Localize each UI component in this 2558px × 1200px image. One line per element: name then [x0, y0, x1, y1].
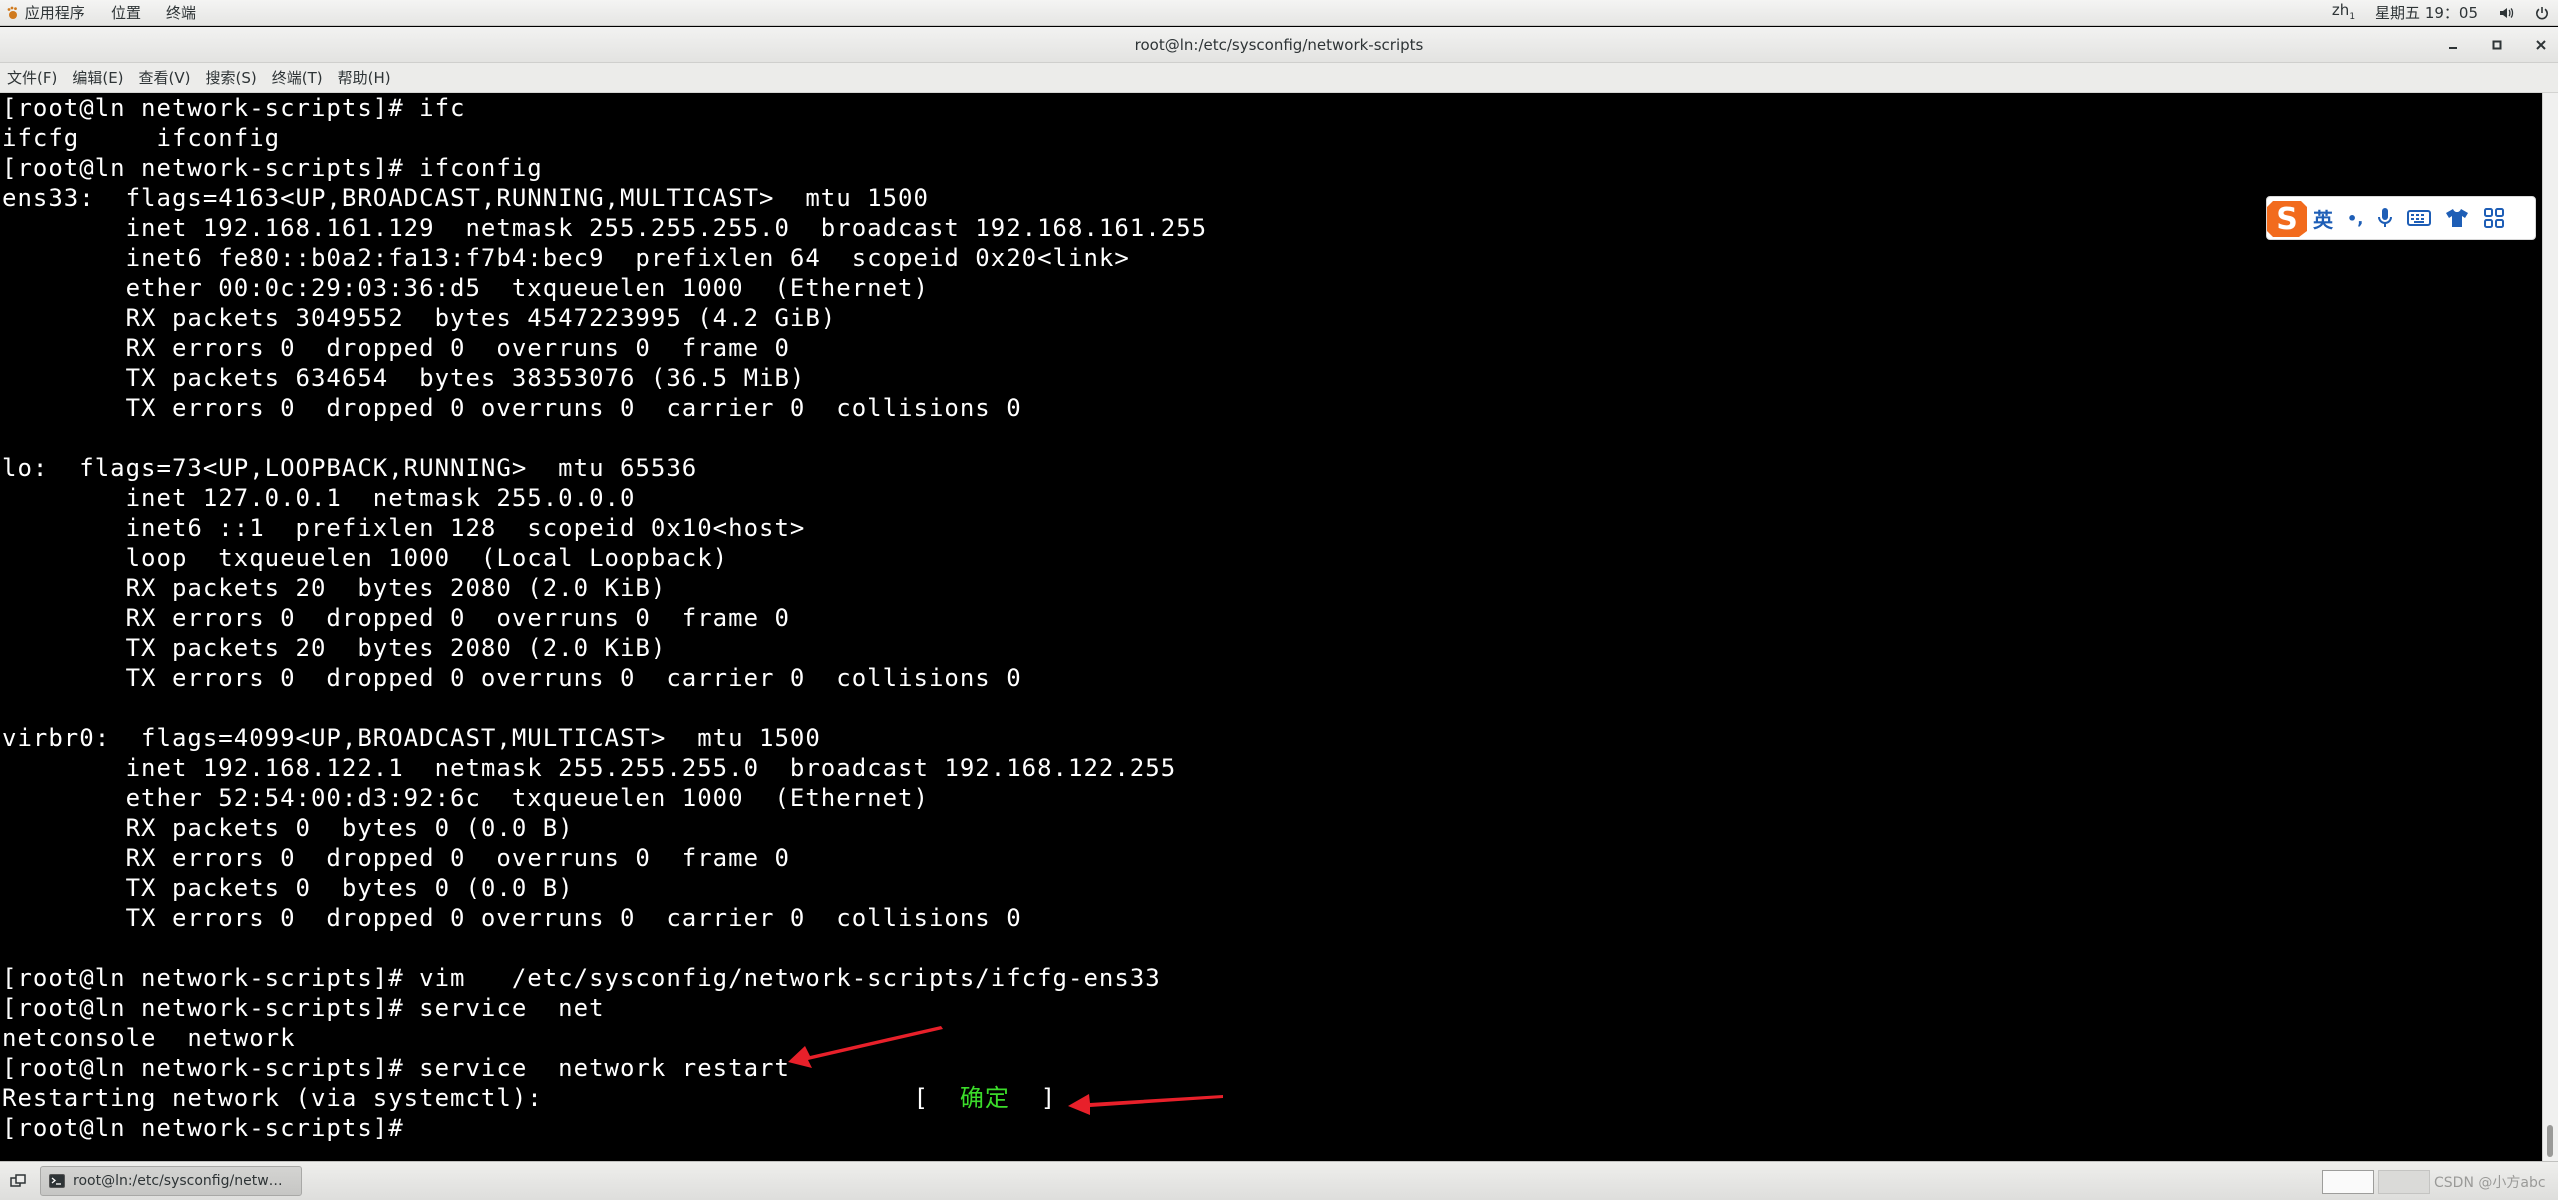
ime-toolbar[interactable]: S 英 •,	[2266, 196, 2536, 240]
gnome-foot-icon	[7, 6, 17, 19]
menu-file[interactable]: 文件(F)	[0, 63, 65, 93]
tshirt-icon	[2446, 209, 2469, 227]
terminal-line: ether 00:0c:29:03:36:d5 txqueuelen 1000 …	[2, 274, 929, 302]
terminal-line: TX packets 0 bytes 0 (0.0 B)	[2, 874, 574, 902]
keyboard-icon	[2407, 210, 2432, 226]
window-controls	[2444, 27, 2550, 63]
maximize-button[interactable]	[2488, 36, 2506, 54]
workspace-1[interactable]	[2322, 1170, 2374, 1194]
terminal-menubar: 文件(F) 编辑(E) 查看(V) 搜索(S) 终端(T) 帮助(H)	[0, 63, 2558, 93]
bottom-taskbar: root@ln:/etc/sysconfig/network-sc... CSD…	[0, 1161, 2558, 1200]
window-list-icon	[10, 1174, 26, 1187]
terminal-line: [root@ln network-scripts]# ifc	[2, 94, 466, 122]
input-method-indicator[interactable]: zh1	[2332, 0, 2355, 28]
current-prompt-line: [root@ln network-scripts]#	[2, 1113, 1207, 1143]
toolbox-button[interactable]	[2483, 207, 2505, 229]
close-icon	[2536, 40, 2546, 50]
show-desktop-button[interactable]	[6, 1170, 30, 1192]
terminal-app-menu[interactable]: 终端	[166, 2, 196, 24]
menu-search[interactable]: 搜索(S)	[199, 63, 265, 93]
sogou-logo-icon[interactable]: S	[2265, 197, 2309, 239]
terminal-line: TX errors 0 dropped 0 overruns 0 carrier…	[2, 664, 1022, 692]
svg-text:S: S	[2276, 202, 2298, 237]
terminal-scrollbar[interactable]	[2542, 93, 2558, 1161]
csdn-watermark: CSDN @小方abc	[2434, 1175, 2546, 1191]
terminal-line: ens33: flags=4163<UP,BROADCAST,RUNNING,M…	[2, 184, 929, 212]
terminal-line: RX errors 0 dropped 0 overruns 0 frame 0	[2, 844, 790, 872]
terminal-line: RX errors 0 dropped 0 overruns 0 frame 0	[2, 604, 790, 632]
terminal-line: ether 52:54:00:d3:92:6c txqueuelen 1000 …	[2, 784, 929, 812]
scrollbar-thumb[interactable]	[2547, 1125, 2553, 1157]
terminal-line: [root@ln network-scripts]# service netwo…	[2, 1054, 790, 1082]
terminal-line: inet6 fe80::b0a2:fa13:f7b4:bec9 prefixle…	[2, 244, 1130, 272]
ime-indicator-label: zh	[2331, 0, 2350, 19]
taskbar-terminal-item[interactable]: root@ln:/etc/sysconfig/network-sc...	[40, 1166, 302, 1196]
maximize-icon	[2492, 40, 2502, 50]
status-area: zh1 星期五 19：05	[2332, 1, 2550, 24]
ime-indicator-sub: 1	[2349, 11, 2356, 22]
terminal-line: RX errors 0 dropped 0 overruns 0 frame 0	[2, 334, 790, 362]
taskbar-item-title: root@ln:/etc/sysconfig/network-sc...	[73, 1173, 289, 1189]
window-title-bar[interactable]: root@ln:/etc/sysconfig/network-scripts	[0, 27, 2558, 63]
menu-help[interactable]: 帮助(H)	[331, 63, 399, 93]
ok-bracket-close: ]	[1009, 1084, 1057, 1112]
terminal-icon	[49, 1174, 65, 1188]
workspace-2[interactable]	[2378, 1170, 2430, 1194]
terminal-line: RX packets 20 bytes 2080 (2.0 KiB)	[2, 574, 667, 602]
menu-view[interactable]: 查看(V)	[132, 63, 199, 93]
terminal-line: TX errors 0 dropped 0 overruns 0 carrier…	[2, 394, 1022, 422]
menu-edit[interactable]: 编辑(E)	[65, 63, 131, 93]
terminal-line: [root@ln network-scripts]# service net	[2, 994, 605, 1022]
ok-bracket-open: [	[913, 1084, 960, 1112]
skin-button[interactable]	[2445, 208, 2469, 228]
terminal-line: TX packets 20 bytes 2080 (2.0 KiB)	[2, 634, 667, 662]
window-title: root@ln:/etc/sysconfig/network-scripts	[1134, 36, 1424, 54]
microphone-icon	[2378, 208, 2393, 227]
restart-message: Restarting network (via systemctl):	[2, 1084, 543, 1112]
terminal-line: netconsole network	[2, 1024, 296, 1052]
places-menu[interactable]: 位置	[111, 2, 141, 24]
terminal-line: lo: flags=73<UP,LOOPBACK,RUNNING> mtu 65…	[2, 454, 698, 482]
terminal-line: RX packets 0 bytes 0 (0.0 B)	[2, 814, 574, 842]
soft-keyboard-button[interactable]	[2407, 209, 2432, 227]
volume-icon[interactable]	[2498, 5, 2514, 21]
restart-status-line: Restarting network (via systemctl): [ 确定…	[2, 1083, 1207, 1113]
power-icon[interactable]	[2534, 5, 2550, 21]
terminal-line: [root@ln network-scripts]# ifconfig	[2, 154, 543, 182]
terminal-line: RX packets 3049552 bytes 4547223995 (4.2…	[2, 304, 837, 332]
menu-terminal[interactable]: 终端(T)	[265, 63, 331, 93]
terminal-line: inet 192.168.122.1 netmask 255.255.255.0…	[2, 754, 1177, 782]
terminal-lines: [root@ln network-scripts]# ifc ifcfg ifc…	[2, 93, 1207, 1143]
minimize-icon	[2449, 47, 2457, 49]
terminal-line: inet 192.168.161.129 netmask 255.255.255…	[2, 214, 1208, 242]
minimize-button[interactable]	[2444, 36, 2462, 54]
terminal-line: loop txqueuelen 1000 (Local Loopback)	[2, 544, 729, 572]
applications-label: 应用程序	[24, 4, 85, 22]
terminal-output[interactable]: [root@ln network-scripts]# ifc ifcfg ifc…	[0, 93, 2542, 1161]
applications-menu[interactable]: 应用程序	[6, 2, 85, 24]
grid-apps-icon	[2484, 208, 2505, 228]
clock[interactable]: 星期五 19：05	[2375, 2, 2478, 24]
ok-status-text: 确定	[959, 1084, 1010, 1112]
voice-button[interactable]	[2377, 207, 2393, 229]
terminal-line: TX errors 0 dropped 0 overruns 0 carrier…	[2, 904, 1022, 932]
restart-padding	[543, 1084, 914, 1112]
terminal-line: [root@ln network-scripts]# vim /etc/sysc…	[2, 964, 1161, 992]
terminal-line: ifcfg ifconfig	[2, 124, 281, 152]
ime-lang-toggle[interactable]: 英	[2313, 204, 2333, 233]
close-button[interactable]	[2532, 36, 2550, 54]
terminal-line: inet6 ::1 prefixlen 128 scopeid 0x10<hos…	[2, 514, 806, 542]
terminal-line: virbr0: flags=4099<UP,BROADCAST,MULTICAS…	[2, 724, 821, 752]
gnome-top-bar: 应用程序 位置 终端 zh1 星期五 19：05	[0, 0, 2558, 26]
terminal-line: TX packets 634654 bytes 38353076 (36.5 M…	[2, 364, 806, 392]
terminal-line: inet 127.0.0.1 netmask 255.0.0.0	[2, 484, 636, 512]
shell-prompt: [root@ln network-scripts]#	[2, 1114, 404, 1142]
punctuation-toggle[interactable]: •,	[2347, 209, 2363, 228]
